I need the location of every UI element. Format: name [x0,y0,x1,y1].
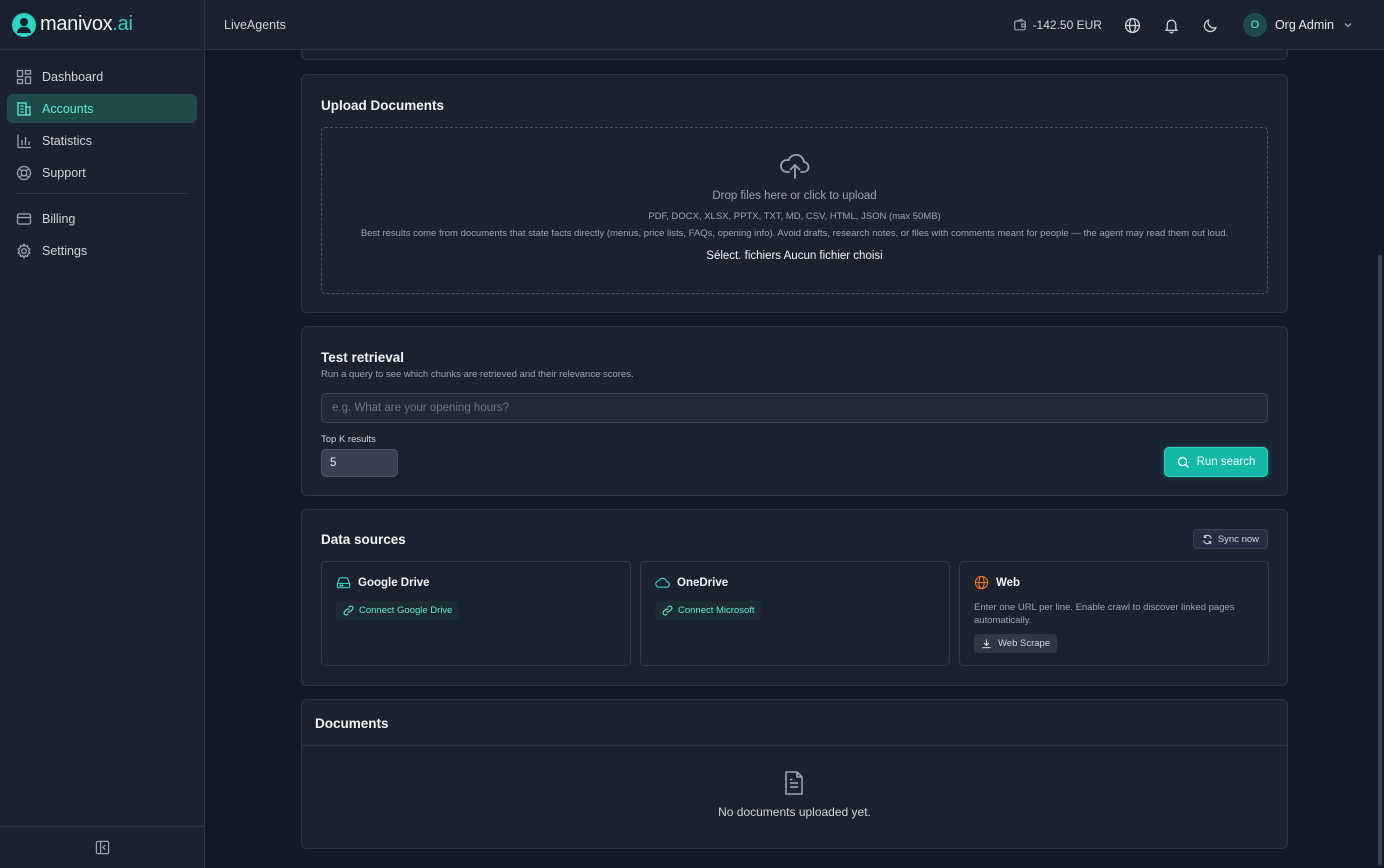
sidebar-item-label: Accounts [42,101,94,116]
lifebuoy-icon [16,165,32,180]
query-input[interactable] [321,393,1268,423]
bell-icon[interactable] [1163,17,1180,34]
upload-title: Upload Documents [321,98,445,113]
connect-google-drive-label: Connect Google Drive [359,605,453,616]
sidebar-nav: Dashboard Accounts Statistics Support Bi… [0,50,204,265]
cloud-upload-icon [779,154,809,179]
documents-title: Documents [315,716,389,731]
empty-state-message: No documents uploaded yet. [718,805,871,819]
sidebar-collapse-icon [95,840,109,855]
previous-section-card [301,50,1288,60]
data-sources-title: Data sources [321,532,406,547]
google-drive-source: Google Drive Connect Google Drive [321,561,631,666]
sidebar-item-label: Billing [42,211,76,226]
scrollbar[interactable] [1376,50,1384,868]
globe-icon [974,575,989,590]
connect-microsoft-button[interactable]: Connect Microsoft [655,601,762,620]
topk-label: Top K results [321,434,376,445]
file-text-icon [785,771,803,795]
balance-display[interactable]: -142.50 EUR [1013,18,1102,32]
search-icon [1177,456,1189,468]
sidebar-item-label: Statistics [42,133,93,148]
allowed-file-types: PDF, DOCX, XLSX, PPTX, TXT, MD, CSV, HTM… [648,211,941,222]
balance-amount: -142.50 EUR [1032,18,1102,32]
dashboard-icon [16,69,32,84]
wallet-icon [1013,18,1026,31]
onedrive-source: OneDrive Connect Microsoft [640,561,950,666]
chevron-down-icon [1344,23,1352,28]
user-name: Org Admin [1274,18,1334,32]
web-source: Web Enter one URL per line. Enable crawl… [959,561,1269,666]
sync-now-label: Sync now [1217,533,1259,545]
link-icon [343,605,354,616]
sidebar: manivox.ai Dashboard Accounts Statistics… [0,0,205,868]
user-menu[interactable]: O Org Admin [1242,13,1354,37]
web-description: Enter one URL per line. Enable crawl to … [974,602,1235,626]
sidebar-item-settings[interactable]: Settings [7,236,197,265]
gear-icon [17,242,31,259]
sidebar-item-label: Dashboard [42,69,104,84]
header-actions: -142.50 EUR O Org Admin [1013,0,1354,50]
choose-files-button[interactable]: Sélect. fichiers [706,250,781,262]
documents-divider [302,745,1287,746]
moon-icon[interactable] [1202,17,1219,34]
collapse-sidebar-button[interactable] [0,826,204,868]
sidebar-item-statistics[interactable]: Statistics [7,126,197,155]
sidebar-item-billing[interactable]: Billing [7,204,197,233]
logo-icon [12,12,36,37]
google-drive-header: Google Drive [336,575,430,590]
scrollbar-thumb[interactable] [1378,255,1382,865]
connect-google-drive-button[interactable]: Connect Google Drive [336,601,460,620]
refresh-icon [1203,534,1212,544]
sync-now-button[interactable]: Sync now [1192,529,1268,549]
sidebar-item-label: Settings [42,243,88,258]
sidebar-item-accounts[interactable]: Accounts [7,94,197,123]
connect-microsoft-label: Connect Microsoft [678,605,755,616]
main-content: Upload Documents Drop files here or clic… [205,50,1384,868]
file-input[interactable]: Sélect. fichiers Aucun fichier choisi [322,250,1267,262]
nav-divider [17,193,187,194]
sidebar-item-dashboard[interactable]: Dashboard [7,62,197,91]
google-drive-name: Google Drive [358,576,430,589]
web-scrape-button[interactable]: Web Scrape [974,634,1058,653]
sidebar-item-label: Support [42,165,86,180]
sidebar-item-support[interactable]: Support [7,158,197,187]
run-search-label: Run search [1196,456,1256,468]
page-title: LiveAgents [224,17,286,32]
building-icon [17,101,31,116]
onedrive-name: OneDrive [677,576,729,589]
web-scrape-label: Web Scrape [998,638,1051,649]
drop-instructions: Drop files here or click to upload [712,190,877,202]
hard-drive-icon [336,577,351,589]
upload-hint: Best results come from documents that st… [360,228,1229,239]
credit-card-icon [16,212,32,225]
file-dropzone[interactable]: Drop files here or click to upload PDF, … [321,127,1268,294]
top-header: LiveAgents -142.50 EUR O Org Admin [205,0,1384,50]
globe-icon[interactable] [1124,17,1141,34]
brand-logo[interactable]: manivox.ai [0,0,204,50]
documents-card: Documents No documents uploaded yet. [301,699,1288,849]
download-icon [982,639,991,649]
web-header: Web [974,575,1020,590]
file-status: Aucun fichier choisi [783,250,883,262]
brand-name: manivox.ai [40,13,133,35]
avatar: O [1242,13,1267,37]
run-search-button[interactable]: Run search [1164,447,1268,477]
link-icon [662,605,673,616]
upload-documents-card: Upload Documents Drop files here or clic… [301,74,1288,313]
test-retrieval-subtitle: Run a query to see which chunks are retr… [321,369,634,380]
test-retrieval-card: Test retrieval Run a query to see which … [301,326,1288,496]
test-retrieval-title: Test retrieval [321,350,405,365]
web-name: Web [996,576,1021,589]
topk-input[interactable] [321,449,398,477]
cloud-icon [655,577,670,588]
data-sources-card: Data sources Sync now Google Drive Conne… [301,509,1288,686]
bar-chart-icon [17,134,31,148]
onedrive-header: OneDrive [655,575,728,590]
